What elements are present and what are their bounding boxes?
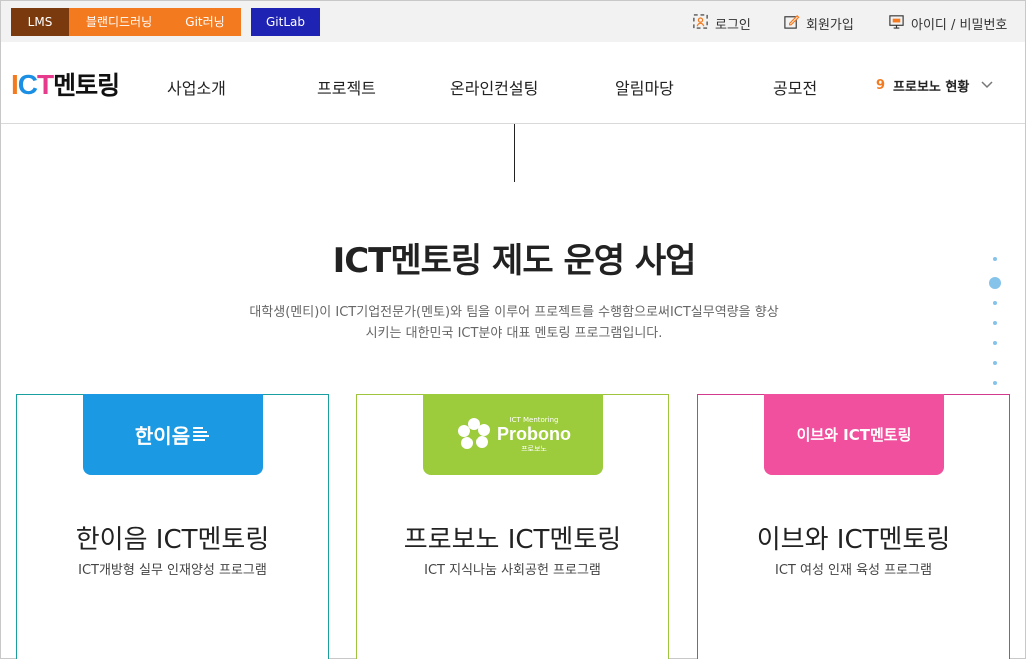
eve-logo-badge: 이브와 ICT멘토링 xyxy=(764,394,944,475)
nav-about[interactable]: 사업소개 xyxy=(167,75,226,99)
login-label: 로그인 xyxy=(715,18,751,33)
login-link[interactable]: 로그인 xyxy=(692,13,751,34)
flower-icon xyxy=(458,417,490,449)
vertical-divider xyxy=(514,124,515,182)
join-link[interactable]: 회원가입 xyxy=(783,13,854,34)
page-description: 대학생(멘티)이 ICT기업전문가(멘토)와 팀을 이루어 프로젝트를 수행함으… xyxy=(1,302,1026,344)
lms-button[interactable]: LMS xyxy=(11,8,69,36)
card-title: 프로보노 ICT멘토링 xyxy=(403,525,622,555)
nav-notice[interactable]: 알림마당 xyxy=(615,75,674,99)
program-card-eve[interactable]: 이브와 ICT멘토링 이브와 ICT멘토링 ICT 여성 인재 육성 프로그램 xyxy=(697,394,1010,659)
stripes-icon xyxy=(193,426,210,441)
nav-contest[interactable]: 공모전 xyxy=(773,75,817,99)
probono-wordmark: ICT Mentoring Probono 프로보노 xyxy=(497,416,571,453)
description-line-2: 시키는 대한민국 ICT분야 대표 멘토링 프로그램입니다. xyxy=(365,326,663,341)
site-logo[interactable]: ICT멘토링 xyxy=(11,66,120,102)
description-line-1: 대학생(멘티)이 ICT기업전문가(멘토)와 팀을 이루어 프로젝트를 수행함으… xyxy=(249,305,779,320)
card-title: 한이음 ICT멘토링 xyxy=(75,525,270,555)
pager-dot-active[interactable] xyxy=(989,277,1001,289)
pager-dot[interactable] xyxy=(993,361,997,365)
blended-learning-button[interactable]: 블랜디드러닝 xyxy=(69,8,169,36)
status-count: 9 xyxy=(876,78,886,93)
pager-dot[interactable] xyxy=(993,321,997,325)
site-header: ICT멘토링 사업소개 프로젝트 온라인컨설팅 알림마당 공모전 9 프로보노 … xyxy=(1,42,1025,124)
gitlab-button[interactable]: GitLab xyxy=(251,8,320,36)
top-utility-bar: LMS 블랜디드러닝 Git러닝 GitLab 로그인 회원가입 아이디 / 비… xyxy=(1,1,1025,42)
pager-dot[interactable] xyxy=(993,257,997,261)
nav-project[interactable]: 프로젝트 xyxy=(317,75,376,99)
pencil-icon xyxy=(783,13,800,34)
probono-status-dropdown[interactable]: 9 프로보노 현황 xyxy=(876,76,993,95)
pager-dot[interactable] xyxy=(993,341,997,345)
find-account-link[interactable]: 아이디 / 비밀번호 xyxy=(888,13,1007,34)
join-label: 회원가입 xyxy=(806,18,854,33)
page-title: ICT멘토링 제도 운영 사업 xyxy=(332,241,697,281)
pager-dot[interactable] xyxy=(993,381,997,385)
login-icon xyxy=(692,13,709,34)
program-card-haneum[interactable]: 한이음 한이음 ICT멘토링 ICT개방형 실무 인재양성 프로그램 xyxy=(16,394,329,659)
find-account-label: 아이디 / 비밀번호 xyxy=(911,18,1008,33)
card-subtitle: ICT 지식나눔 사회공헌 프로그램 xyxy=(424,563,601,578)
card-subtitle: ICT 여성 인재 육성 프로그램 xyxy=(775,563,932,578)
card-subtitle: ICT개방형 실무 인재양성 프로그램 xyxy=(78,563,267,578)
nav-online-consulting[interactable]: 온라인컨설팅 xyxy=(450,75,538,99)
haneum-logo-badge: 한이음 xyxy=(83,394,263,475)
program-card-probono[interactable]: ICT Mentoring Probono 프로보노 프로보노 ICT멘토링 I… xyxy=(356,394,669,659)
monitor-icon xyxy=(888,13,905,34)
card-title: 이브와 ICT멘토링 xyxy=(756,525,951,555)
probono-logo-badge: ICT Mentoring Probono 프로보노 xyxy=(423,394,603,475)
pager-dot[interactable] xyxy=(993,301,997,305)
git-learning-button[interactable]: Git러닝 xyxy=(169,8,241,36)
status-label: 프로보노 현황 xyxy=(893,80,970,95)
chevron-down-icon xyxy=(981,78,993,93)
